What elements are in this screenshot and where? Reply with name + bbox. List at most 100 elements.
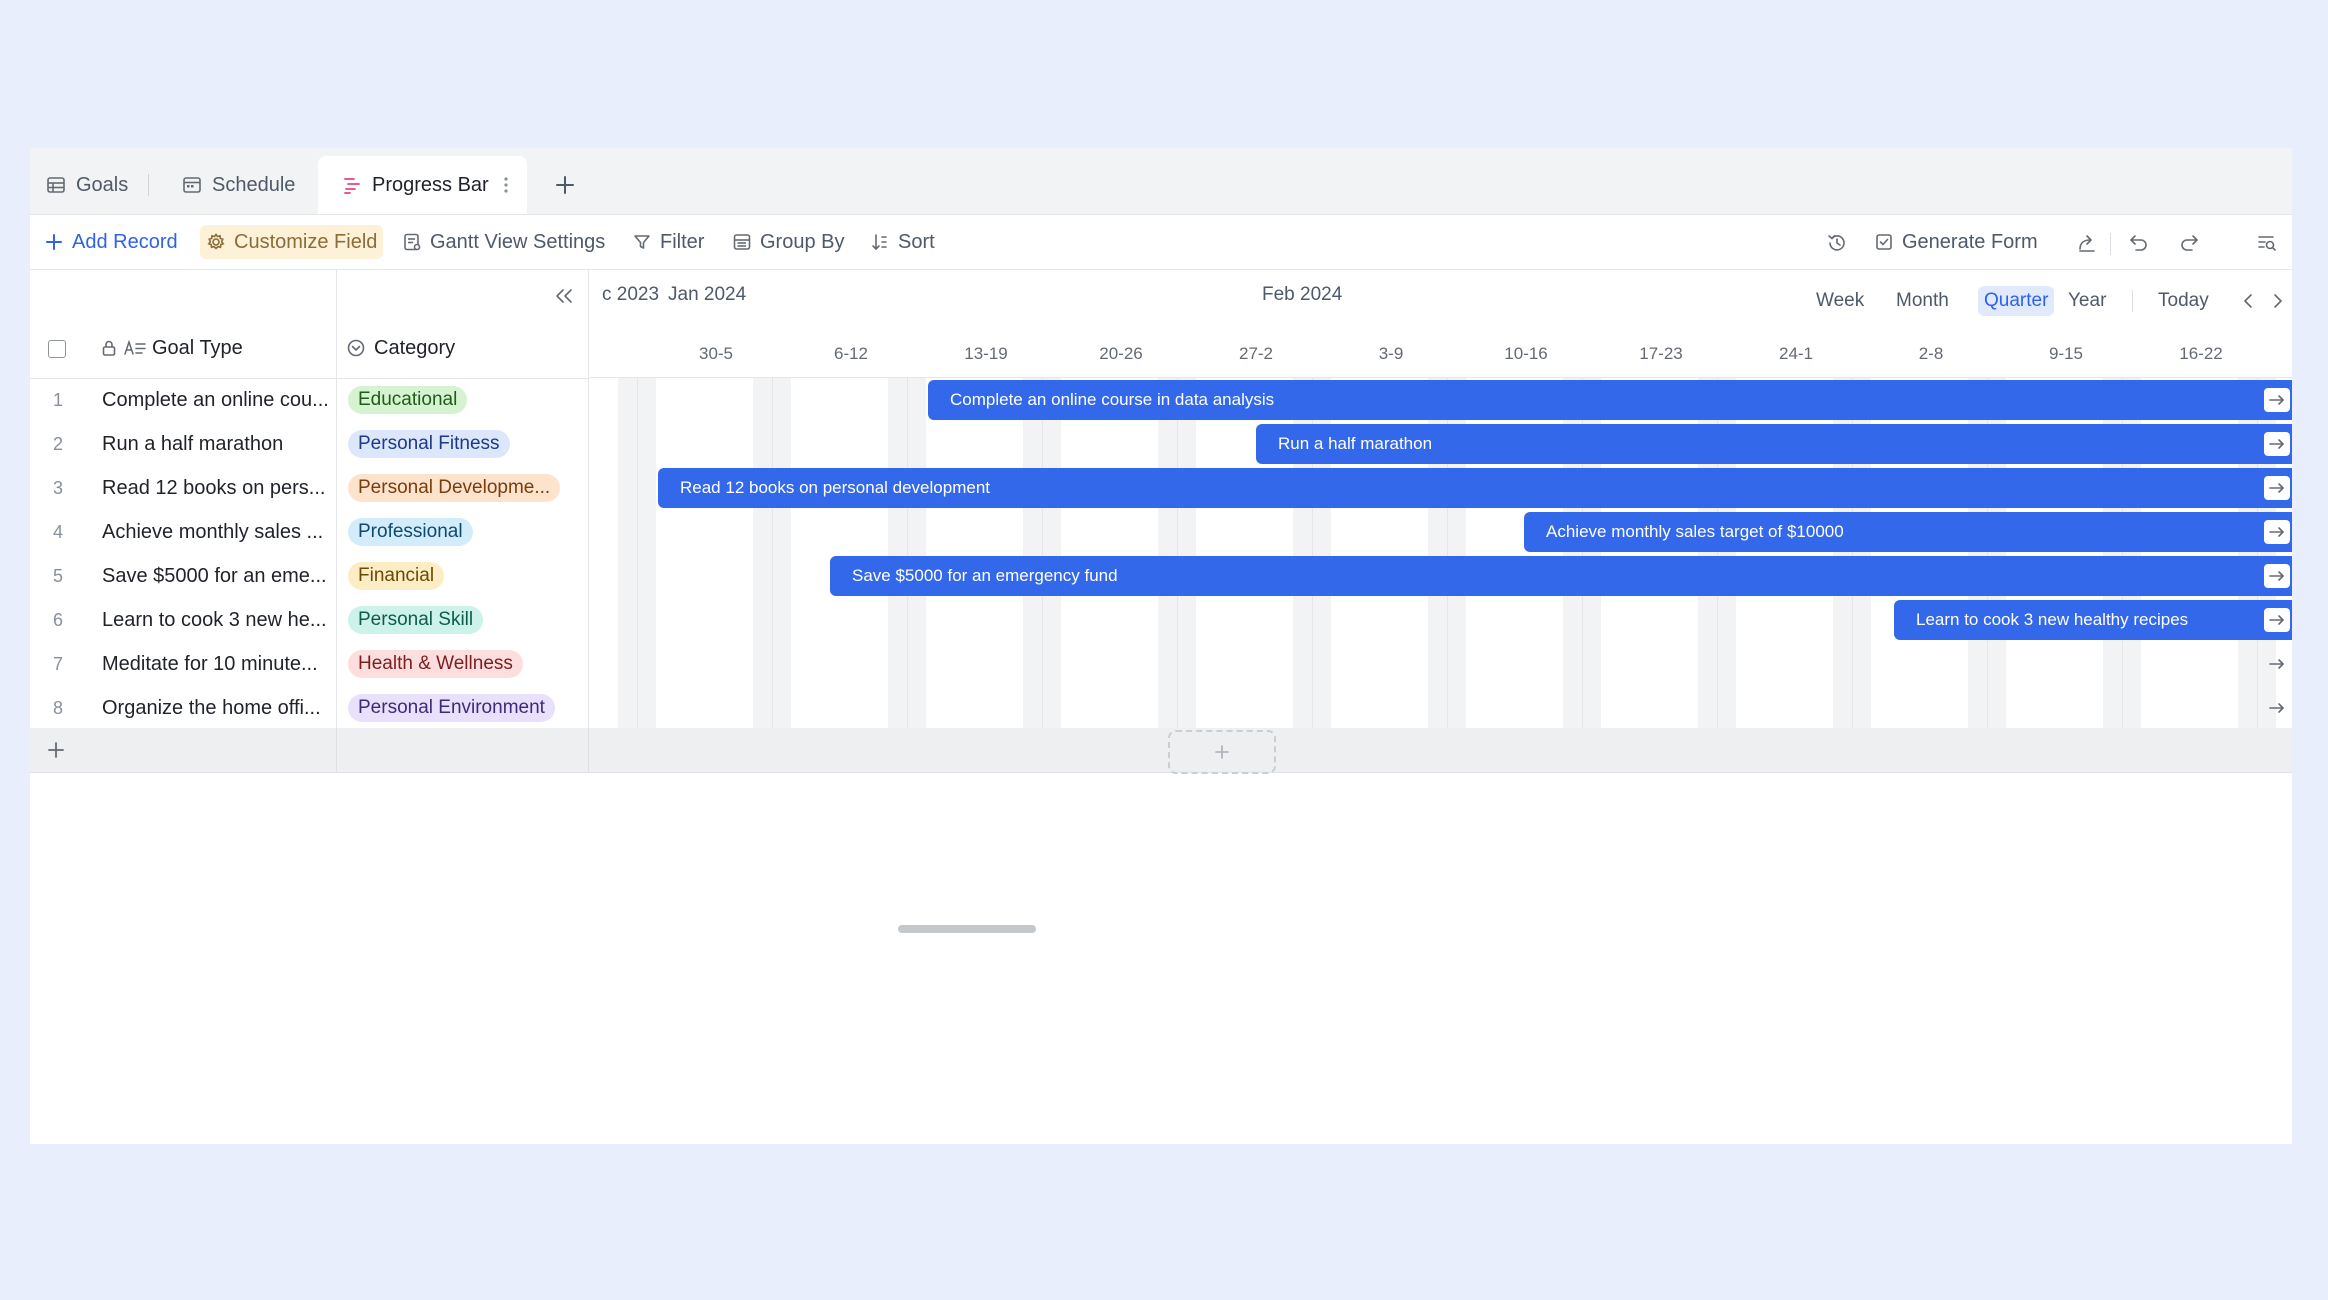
- tab-goals[interactable]: Goals: [46, 156, 128, 214]
- add-row-button[interactable]: [44, 738, 68, 762]
- scroll-to-bar-button[interactable]: [2264, 476, 2290, 500]
- row-number: 7: [52, 653, 63, 674]
- category-tag[interactable]: Personal Skill: [348, 606, 484, 634]
- scroll-to-bar-button[interactable]: [2264, 388, 2290, 412]
- category-tag[interactable]: Personal Developme...: [348, 474, 561, 502]
- table-row[interactable]: 6 Learn to cook 3 new he... Personal Skill: [30, 598, 590, 642]
- generate-form-button[interactable]: Generate Form: [1870, 225, 2042, 259]
- scroll-to-bar-button[interactable]: [2264, 696, 2290, 720]
- row-number: 1: [52, 389, 63, 410]
- week-label: 20-26: [1099, 344, 1143, 363]
- search-list-icon[interactable]: [2254, 230, 2280, 256]
- today-button[interactable]: Today: [2152, 286, 2215, 316]
- tab-divider: [148, 174, 149, 196]
- select-all-checkbox[interactable]: [48, 340, 66, 358]
- week-label: 10-16: [1504, 344, 1548, 363]
- prev-period-button[interactable]: [2236, 288, 2260, 314]
- sort-button[interactable]: Sort: [866, 225, 939, 259]
- category-tag[interactable]: Professional: [348, 518, 473, 546]
- week-label: 13-19: [964, 344, 1008, 363]
- row-number: 8: [52, 697, 63, 718]
- add-row-bar: [30, 728, 2292, 773]
- goal-type-cell[interactable]: Read 12 books on pers...: [102, 466, 330, 510]
- redo-icon[interactable]: [2176, 230, 2202, 256]
- goal-type-cell[interactable]: Learn to cook 3 new he...: [102, 598, 330, 642]
- scale-month-button[interactable]: Month: [1890, 286, 1955, 316]
- add-view-button[interactable]: [554, 156, 576, 214]
- table-row[interactable]: 5 Save $5000 for an eme... Financial: [30, 554, 590, 598]
- table-row[interactable]: 3 Read 12 books on pers... Personal Develo…: [30, 466, 590, 510]
- group-by-button[interactable]: Group By: [728, 225, 848, 259]
- column-header-category[interactable]: Category: [346, 330, 455, 366]
- scroll-to-bar-button[interactable]: [2264, 432, 2290, 456]
- add-bar-placeholder[interactable]: [1168, 730, 1276, 774]
- table-row[interactable]: 8 Organize the home offi... Personal Envir…: [30, 686, 590, 730]
- tab-progress-bar[interactable]: Progress Bar: [318, 156, 527, 214]
- scale-year-button[interactable]: Year: [2062, 286, 2112, 316]
- horizontal-scrollbar[interactable]: [898, 925, 1036, 933]
- calendar-icon: [182, 175, 202, 195]
- arrow-right-icon: [2269, 439, 2284, 449]
- sort-label: Sort: [898, 230, 935, 253]
- row-number: 5: [52, 565, 63, 586]
- plus-icon: [44, 232, 64, 252]
- filter-button[interactable]: Filter: [628, 225, 708, 259]
- scroll-to-bar-button[interactable]: [2264, 564, 2290, 588]
- scroll-to-bar-button[interactable]: [2264, 608, 2290, 632]
- history-icon[interactable]: [1824, 230, 1850, 256]
- column-header-goal-type[interactable]: Goal Type: [100, 330, 243, 366]
- month-label: Jan 2024: [668, 284, 747, 305]
- gantt-bar[interactable]: Achieve monthly sales target of $10000: [1524, 512, 2292, 552]
- toolbar: Add Record Customize Field Gantt View Se…: [30, 215, 2292, 270]
- app-window: Goals Schedule Progress Bar Add Record C…: [30, 148, 2292, 1144]
- scale-week-button[interactable]: Week: [1810, 286, 1870, 316]
- gantt-bar[interactable]: Run a half marathon: [1256, 424, 2292, 464]
- category-tag[interactable]: Personal Fitness: [348, 430, 510, 458]
- table-row[interactable]: 1 Complete an online cou... Educational: [30, 378, 590, 422]
- goal-type-cell[interactable]: Meditate for 10 minute...: [102, 642, 330, 686]
- day-gridline: [637, 378, 638, 772]
- goal-type-cell[interactable]: Organize the home offi...: [102, 686, 330, 730]
- undo-icon[interactable]: [2126, 230, 2152, 256]
- category-tag[interactable]: Health & Wellness: [348, 650, 523, 678]
- add-record-label: Add Record: [72, 230, 178, 253]
- gantt-bar[interactable]: Learn to cook 3 new healthy recipes: [1894, 600, 2292, 640]
- gantt-bar[interactable]: Read 12 books on personal development: [658, 468, 2292, 508]
- customize-field-label: Customize Field: [234, 230, 378, 253]
- scroll-to-bar-button[interactable]: [2264, 652, 2290, 676]
- customize-field-button[interactable]: Customize Field: [200, 225, 384, 259]
- table-row[interactable]: 7 Meditate for 10 minute... Health & Welln…: [30, 642, 590, 686]
- goal-type-cell[interactable]: Complete an online cou...: [102, 378, 330, 422]
- record-grid: Goal Type Category 1 Complete an online c…: [30, 270, 590, 770]
- row-number: 4: [52, 521, 63, 542]
- add-record-button[interactable]: Add Record: [40, 225, 182, 259]
- collapse-panel-button[interactable]: [552, 284, 576, 308]
- column-label: Goal Type: [152, 336, 243, 359]
- column-divider: [336, 728, 337, 772]
- row-number: 6: [52, 609, 63, 630]
- scroll-to-bar-button[interactable]: [2264, 520, 2290, 544]
- goal-type-cell[interactable]: Save $5000 for an eme...: [102, 554, 330, 598]
- week-label: 16-22: [2179, 344, 2223, 363]
- row-number: 2: [52, 433, 63, 454]
- gantt-bar[interactable]: Complete an online course in data analys…: [928, 380, 2292, 420]
- category-tag[interactable]: Educational: [348, 386, 468, 414]
- gantt-view-settings-button[interactable]: Gantt View Settings: [398, 225, 609, 259]
- category-tag[interactable]: Personal Environment: [348, 694, 555, 722]
- table-row[interactable]: 4 Achieve monthly sales ... Professional: [30, 510, 590, 554]
- filter-label: Filter: [660, 230, 705, 253]
- gantt-bar[interactable]: Save $5000 for an emergency fund: [830, 556, 2292, 596]
- table-icon: [46, 175, 66, 195]
- goal-type-cell[interactable]: Achieve monthly sales ...: [102, 510, 330, 554]
- scale-quarter-button[interactable]: Quarter: [1978, 286, 2055, 316]
- table-row[interactable]: 2 Run a half marathon Personal Fitness: [30, 422, 590, 466]
- more-vertical-icon[interactable]: [503, 175, 509, 195]
- week-label: 9-15: [2048, 344, 2084, 363]
- goal-type-cell[interactable]: Run a half marathon: [102, 422, 330, 466]
- category-tag[interactable]: Financial: [348, 562, 445, 590]
- next-period-button[interactable]: [2266, 288, 2290, 314]
- gear-icon: [206, 232, 226, 252]
- tab-schedule[interactable]: Schedule: [182, 156, 295, 214]
- share-icon[interactable]: [2074, 230, 2100, 256]
- month-label: Feb 2024: [1262, 284, 1343, 305]
